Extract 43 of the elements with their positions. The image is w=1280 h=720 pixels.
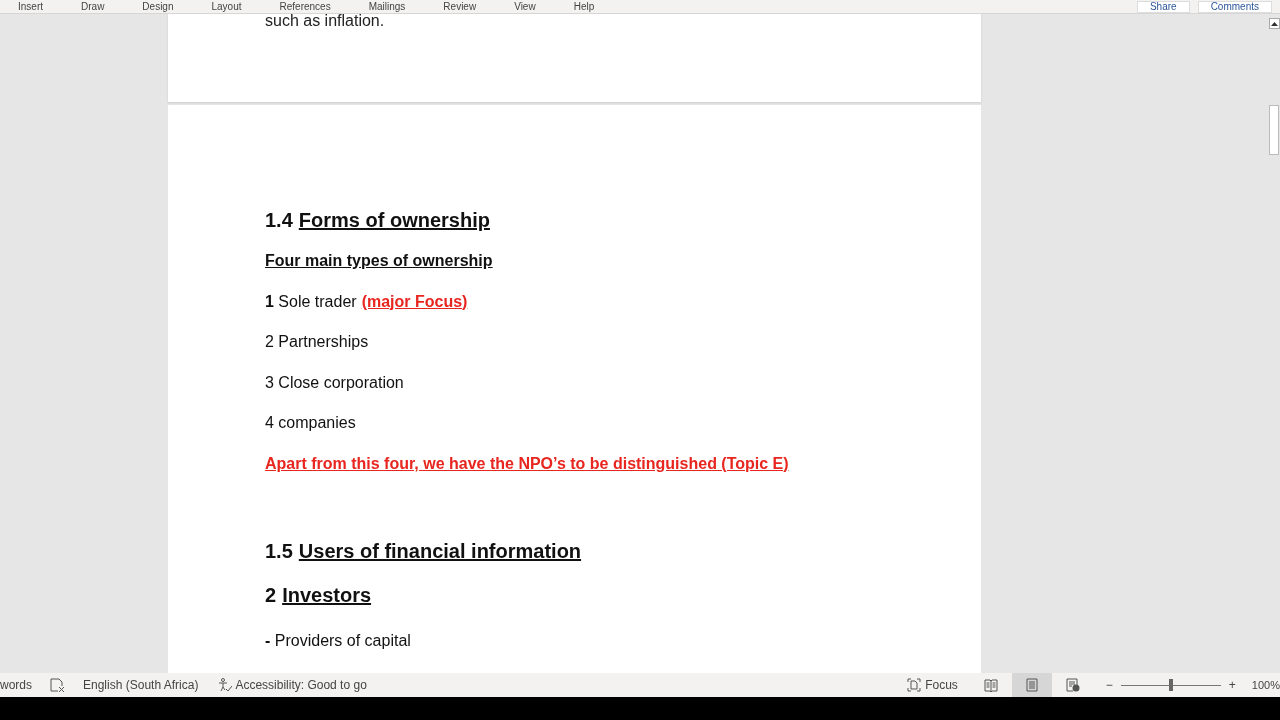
ribbon-button[interactable]: Share	[1136, 0, 1190, 13]
language-status[interactable]: English (South Africa)	[83, 678, 199, 692]
ribbon-tab[interactable]: Review	[443, 0, 477, 13]
caret-up-icon	[1270, 21, 1278, 26]
ribbon-tab[interactable]: Draw	[81, 0, 105, 13]
focus-icon	[907, 678, 922, 692]
ribbon-tab[interactable]: View	[514, 0, 536, 13]
heading-title: Forms of ownership	[298, 208, 490, 232]
ribbon-tab[interactable]: Mailings	[368, 0, 406, 13]
paragraph: such as inflation.	[265, 14, 386, 28]
zoom-in-button[interactable]: +	[1228, 678, 1236, 692]
ribbon-tab[interactable]: References	[279, 0, 331, 13]
subheading: Four main types of ownership	[265, 252, 493, 270]
ribbon-button[interactable]: Comments	[1197, 0, 1272, 13]
scroll-thumb[interactable]	[1269, 105, 1279, 155]
list-item: 3 Close corporation	[265, 373, 404, 392]
zoom-slider-thumb[interactable]	[1168, 679, 1173, 691]
word-count[interactable]: words	[0, 678, 32, 692]
heading-title: Users of financial information	[298, 539, 582, 563]
ribbon-tab[interactable]: Insert	[18, 0, 43, 13]
accessibility-status[interactable]: Accessibility: Good to go	[235, 678, 367, 692]
heading-number: 1.4	[265, 208, 293, 232]
bullet-item: - Providers of capital	[265, 632, 411, 650]
zoom-level[interactable]: 100%	[1251, 679, 1280, 691]
ribbon-tab[interactable]: Layout	[211, 0, 242, 13]
emphasis-note: Apart from this four, we have the NPO’s to be distinguished (Topic E)	[265, 454, 789, 473]
scroll-up-button[interactable]	[1268, 18, 1280, 29]
book-icon	[983, 678, 998, 692]
heading-number: 1.5	[265, 539, 293, 563]
accessibility-icon[interactable]	[218, 678, 233, 692]
ribbon-tab[interactable]: Help	[573, 0, 595, 13]
web-page-icon	[1065, 678, 1080, 692]
page-icon	[1025, 678, 1038, 692]
emphasis-note: (major Focus)	[361, 292, 468, 311]
zoom-out-button[interactable]: −	[1105, 678, 1113, 692]
list-item: 2 Partnerships	[265, 333, 369, 351]
list-item: 1 Sole trader	[265, 292, 357, 311]
heading-title: Investors	[282, 583, 372, 607]
focus-button[interactable]: Focus	[895, 673, 970, 697]
ribbon-tab[interactable]: Design	[142, 0, 174, 13]
proofing-icon[interactable]	[50, 678, 65, 692]
list-item: 4 companies	[265, 414, 356, 432]
heading-number: 2	[265, 583, 277, 607]
